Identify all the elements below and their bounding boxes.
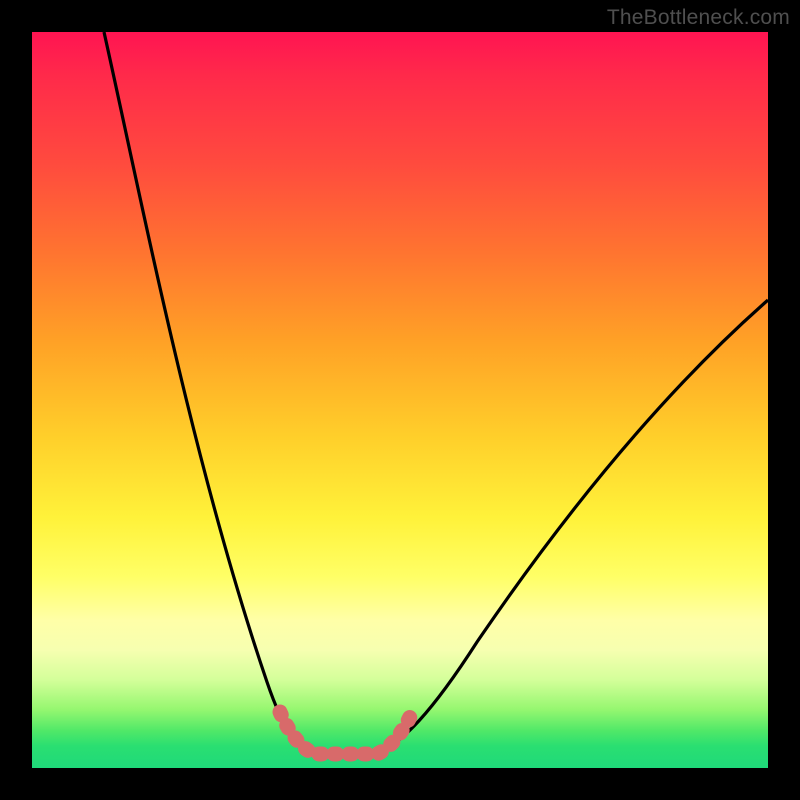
curve-right-branch: [374, 300, 768, 755]
curve-left-branch: [104, 32, 317, 755]
watermark-text: TheBottleneck.com: [607, 6, 790, 30]
bottleneck-curve-svg: [32, 32, 768, 768]
plot-area: [32, 32, 768, 768]
chart-frame: TheBottleneck.com: [0, 0, 800, 800]
trough-marker: [280, 712, 410, 754]
